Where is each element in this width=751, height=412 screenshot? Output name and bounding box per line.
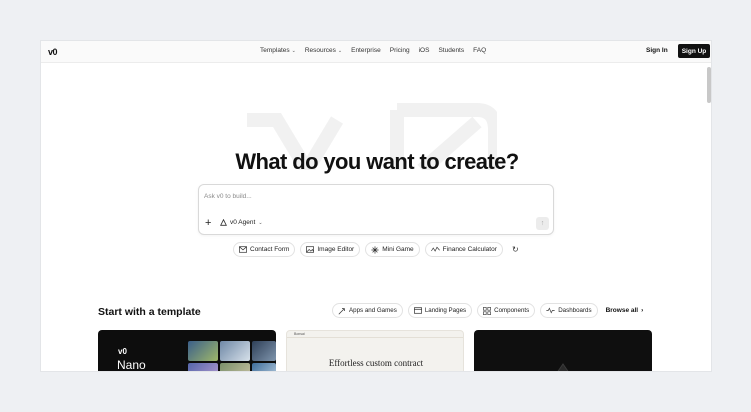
browse-all-label: Browse all <box>605 307 639 314</box>
chevron-down-icon: ⌄ <box>337 47 343 54</box>
activity-icon <box>546 307 555 314</box>
thumbnail-image <box>188 363 218 371</box>
nav-students[interactable]: Students <box>438 47 464 54</box>
nav-label: Templates <box>260 47 290 54</box>
filter-dashboards[interactable]: Dashboards <box>540 303 598 318</box>
nav-resources[interactable]: Resources ⌄ <box>305 47 342 54</box>
suggestion-finance-calculator[interactable]: Finance Calculator <box>424 242 503 257</box>
prompt-input[interactable] <box>204 190 504 202</box>
nav-ios[interactable]: iOS <box>419 47 430 54</box>
gamepad-icon <box>371 245 379 254</box>
thumbnail-image <box>252 341 276 361</box>
card-title: Nano <box>117 358 146 372</box>
thumbnail-image <box>188 341 218 361</box>
mail-icon <box>239 246 247 253</box>
agent-selector[interactable]: v0 Agent ⌄ <box>220 219 263 226</box>
grid-icon <box>483 306 492 315</box>
card-headline: Effortless custom contract <box>328 358 424 368</box>
browser-window: v0 Templates ⌄ Resources ⌄ Enterprise Pr… <box>40 40 712 372</box>
agent-icon <box>220 219 227 226</box>
suggestion-contact-form[interactable]: Contact Form <box>233 242 296 257</box>
agent-label: v0 Agent <box>230 219 256 226</box>
filter-label: Apps and Games <box>349 307 397 314</box>
chevron-right-icon: › <box>641 307 644 314</box>
template-filters: Apps and Games Landing Pages Components … <box>332 303 643 318</box>
chevron-down-icon: ⌄ <box>291 47 296 54</box>
template-card-contract[interactable]: Bonsai Effortless custom contract <box>286 330 464 371</box>
suggestion-chips: Contact Form Image Editor Mini Game Fina… <box>233 242 523 257</box>
chip-label: Image Editor <box>317 246 355 253</box>
sign-up-button[interactable]: Sign Up <box>678 44 710 58</box>
suggestion-image-editor[interactable]: Image Editor <box>300 242 361 257</box>
card-thumbnails <box>188 341 276 371</box>
prompt-box: + v0 Agent ⌄ ↑ <box>198 184 554 235</box>
send-button[interactable]: ↑ <box>536 217 549 230</box>
browser-icon <box>413 307 422 314</box>
plus-icon[interactable]: + <box>205 218 211 229</box>
v0-logo[interactable]: v0 <box>48 47 58 57</box>
filter-label: Landing Pages <box>424 307 467 314</box>
card-preview-graphic <box>557 363 569 371</box>
nav-faq[interactable]: FAQ <box>473 47 486 54</box>
chip-label: Contact Form <box>250 246 290 253</box>
nav-pricing[interactable]: Pricing <box>390 47 410 54</box>
hero-title: What do you want to create? <box>235 149 519 174</box>
thumbnail-image <box>220 363 250 371</box>
arrow-up-icon: ↑ <box>540 220 545 227</box>
template-card-nano[interactable]: v0 Nano <box>98 330 276 372</box>
card-logo: v0 <box>118 347 127 356</box>
scrollbar-thumb[interactable] <box>707 67 711 103</box>
site-header: v0 Templates ⌄ Resources ⌄ Enterprise Pr… <box>41 41 711 63</box>
suggestion-mini-game[interactable]: Mini Game <box>365 242 420 257</box>
template-card-dark[interactable] <box>474 330 652 371</box>
main-content: What do you want to create? + v0 Agent ⌄… <box>41 63 711 372</box>
browse-all-link[interactable]: Browse all › <box>603 303 644 318</box>
filter-landing-pages[interactable]: Landing Pages <box>407 303 473 318</box>
filter-apps-and-games[interactable]: Apps and Games <box>332 303 403 318</box>
filter-label: Dashboards <box>558 307 592 314</box>
card-preview-header: Bonsai <box>287 331 463 338</box>
filter-label: Components <box>494 307 530 314</box>
image-icon <box>306 246 315 253</box>
main-nav: Templates ⌄ Resources ⌄ Enterprise Prici… <box>260 47 486 54</box>
card-preview-brand: Bonsai <box>294 332 305 336</box>
thumbnail-image <box>252 363 276 371</box>
chart-line-icon <box>430 246 440 252</box>
nav-enterprise[interactable]: Enterprise <box>351 47 381 54</box>
filter-components[interactable]: Components <box>477 303 536 318</box>
rocket-icon <box>338 307 345 314</box>
chip-label: Mini Game <box>382 246 414 253</box>
chevron-down-icon: ⌄ <box>258 219 263 226</box>
refresh-icon[interactable]: ↻ <box>508 242 523 257</box>
nav-templates[interactable]: Templates ⌄ <box>260 47 296 54</box>
chip-label: Finance Calculator <box>442 246 497 253</box>
sign-in-link[interactable]: Sign In <box>646 47 668 54</box>
templates-section-title: Start with a template <box>98 306 201 318</box>
thumbnail-image <box>220 341 250 361</box>
nav-label: Resources <box>304 47 336 54</box>
